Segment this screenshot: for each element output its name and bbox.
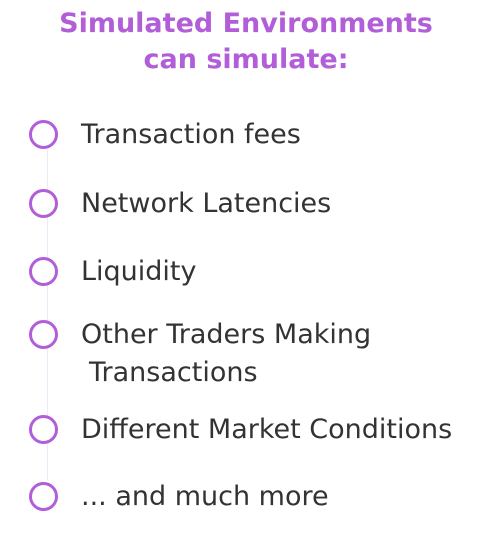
list-item-line: Other Traders Making bbox=[81, 319, 372, 350]
list-item-transaction-fees: Transaction fees bbox=[29, 116, 301, 154]
circle-outline-icon bbox=[29, 189, 58, 218]
list-item-other-traders: Other Traders Making Transactions bbox=[29, 316, 371, 392]
list-item-line: ... and much more bbox=[81, 481, 329, 512]
list-item-line: Liquidity bbox=[81, 256, 197, 287]
list-item-line: Transaction fees bbox=[81, 119, 301, 150]
circle-outline-icon bbox=[29, 415, 58, 444]
list-item-label: Network Latencies bbox=[81, 185, 331, 223]
title-line-1: Simulated Environments bbox=[59, 8, 433, 39]
list-item-line: Transactions bbox=[89, 357, 258, 388]
list-item-label: Liquidity bbox=[81, 253, 197, 291]
list-item-network-latencies: Network Latencies bbox=[29, 185, 331, 223]
list-item-label: Transaction fees bbox=[81, 116, 301, 154]
list-item-label: ... and much more bbox=[81, 478, 329, 516]
list-item-much-more: ... and much more bbox=[29, 478, 329, 516]
circle-outline-icon bbox=[29, 320, 58, 349]
list-item-label: Different Market Conditions bbox=[81, 411, 452, 449]
title-line-2: can simulate: bbox=[143, 44, 349, 75]
page-title: Simulated Environments can simulate: bbox=[0, 6, 492, 78]
list-item-liquidity: Liquidity bbox=[29, 253, 197, 291]
circle-outline-icon bbox=[29, 257, 58, 286]
list-item-line: Network Latencies bbox=[81, 188, 332, 219]
circle-outline-icon bbox=[29, 482, 58, 511]
list-item-line: Different Market Conditions bbox=[81, 414, 453, 445]
circle-outline-icon bbox=[29, 120, 58, 149]
list-item-market-conditions: Different Market Conditions bbox=[29, 411, 452, 449]
list-item-label: Other Traders Making Transactions bbox=[81, 316, 371, 392]
